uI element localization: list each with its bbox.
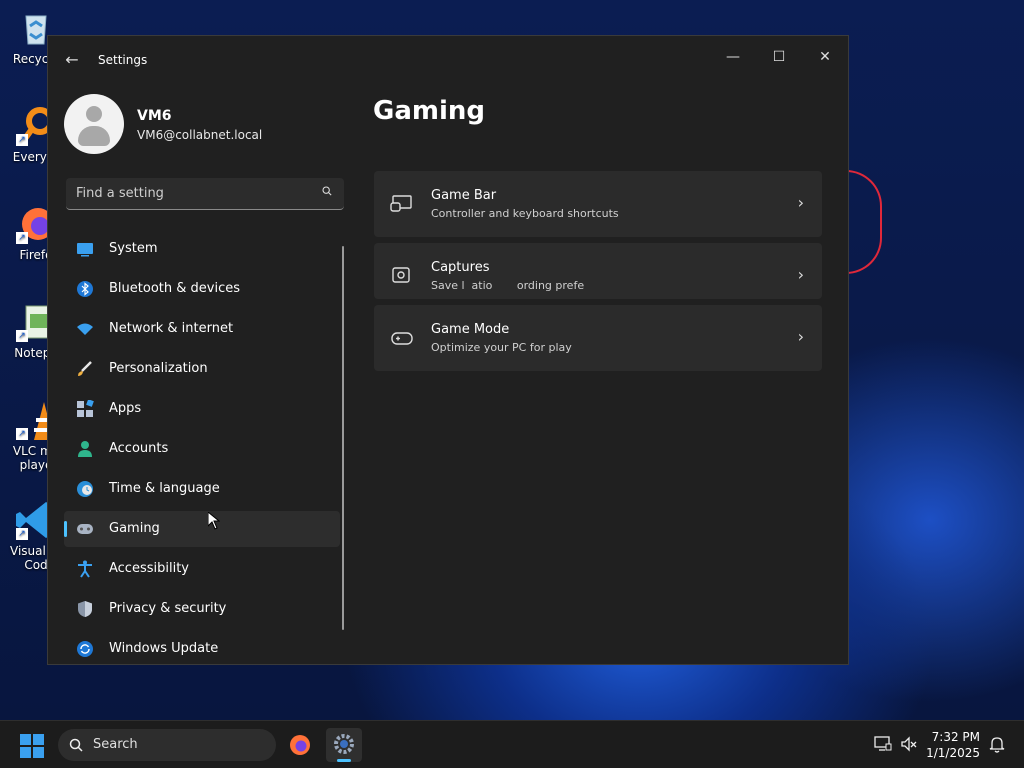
- shield-icon: [78, 601, 92, 617]
- nav-label: Personalization: [109, 361, 208, 376]
- card-game-bar[interactable]: Game Bar Controller and keyboard shortcu…: [374, 171, 822, 237]
- settings-nav: System Bluetooth & devices Network & int…: [64, 231, 340, 671]
- nav-label: Gaming: [109, 521, 160, 536]
- active-indicator: [64, 521, 67, 537]
- card-subtitle: Optimize your PC for play: [431, 341, 572, 354]
- accounts-icon: [78, 441, 92, 457]
- network-icon: [77, 323, 93, 335]
- nav-item-windows-update[interactable]: Windows Update: [64, 631, 340, 667]
- update-icon: [77, 641, 93, 657]
- shortcut-arrow-icon: ↗: [16, 232, 28, 244]
- globe-clock-icon: [77, 481, 93, 497]
- system-icon: [77, 243, 93, 257]
- chevron-right-icon: ›: [797, 265, 804, 284]
- gear-icon: [334, 734, 354, 754]
- window-title: Settings: [98, 53, 148, 67]
- search-icon: [69, 738, 83, 752]
- taskbar-search[interactable]: Search: [58, 729, 276, 761]
- notification-bell-icon[interactable]: [988, 735, 1006, 753]
- minimize-button[interactable]: —: [710, 42, 756, 72]
- nav-label: Bluetooth & devices: [109, 281, 240, 296]
- nav-item-gaming[interactable]: Gaming: [64, 511, 340, 547]
- search-icon: [322, 186, 332, 196]
- nav-label: Privacy & security: [109, 601, 227, 616]
- apps-icon: [77, 400, 94, 417]
- card-subtitle: Save l atio ording prefe: [431, 279, 585, 292]
- nav-item-bluetooth[interactable]: Bluetooth & devices: [64, 271, 340, 307]
- system-clock[interactable]: 7:32 PM 1/1/2025: [926, 729, 980, 761]
- back-button[interactable]: ←: [62, 50, 82, 70]
- taskbar: Search 7:32 PM 1/1/2025: [0, 720, 1024, 768]
- red-annotation-stroke: [846, 170, 882, 274]
- shortcut-arrow-icon: ↗: [16, 528, 28, 540]
- avatar: [64, 94, 124, 154]
- accessibility-icon: [78, 560, 92, 578]
- bluetooth-icon: [77, 281, 93, 297]
- nav-item-personalization[interactable]: Personalization: [64, 351, 340, 387]
- page-title: Gaming: [373, 96, 486, 126]
- nav-label: System: [109, 241, 158, 256]
- mouse-cursor: [207, 510, 221, 530]
- shortcut-arrow-icon: ↗: [16, 134, 28, 146]
- profile-name: VM6: [137, 108, 172, 124]
- nav-label: Network & internet: [109, 321, 234, 336]
- find-setting-input[interactable]: Find a setting: [66, 178, 344, 210]
- profile-email: VM6@collabnet.local: [137, 128, 263, 142]
- nav-label: Time & language: [109, 481, 220, 496]
- settings-window: ← Settings — ☐ ✕ VM6 VM6@collabnet.local…: [47, 35, 849, 665]
- card-captures[interactable]: Captures Save l atio ording prefe ›: [374, 243, 822, 299]
- volume-muted-icon[interactable]: [900, 735, 918, 753]
- clock-date: 1/1/2025: [926, 746, 980, 760]
- nav-item-system[interactable]: System: [64, 231, 340, 267]
- card-title: Game Bar: [431, 188, 497, 203]
- title-bar[interactable]: ← Settings — ☐ ✕: [48, 36, 848, 86]
- game-bar-icon: [390, 195, 412, 212]
- card-game-mode[interactable]: Game Mode Optimize your PC for play ›: [374, 305, 822, 371]
- card-subtitle: Controller and keyboard shortcuts: [431, 207, 619, 220]
- nav-label: Accessibility: [109, 561, 189, 576]
- taskbar-search-label: Search: [93, 737, 138, 752]
- taskbar-settings[interactable]: [326, 728, 362, 762]
- card-title: Captures: [431, 260, 490, 275]
- start-button[interactable]: [20, 734, 44, 758]
- display-icon[interactable]: [874, 735, 892, 753]
- shortcut-arrow-icon: ↗: [16, 428, 28, 440]
- active-app-indicator: [337, 759, 351, 762]
- nav-item-network[interactable]: Network & internet: [64, 311, 340, 347]
- user-profile[interactable]: VM6 VM6@collabnet.local: [64, 94, 364, 154]
- nav-item-apps[interactable]: Apps: [64, 391, 340, 427]
- chevron-right-icon: ›: [797, 193, 804, 212]
- clock-time: 7:32 PM: [931, 730, 980, 744]
- nav-label: Accounts: [109, 441, 169, 456]
- game-mode-icon: [391, 332, 413, 345]
- captures-icon: [392, 267, 410, 283]
- firefox-icon: [290, 735, 310, 755]
- nav-scrollbar[interactable]: [342, 246, 344, 630]
- chevron-right-icon: ›: [797, 327, 804, 346]
- nav-item-accounts[interactable]: Accounts: [64, 431, 340, 467]
- nav-label: Windows Update: [109, 641, 219, 656]
- maximize-button[interactable]: ☐: [756, 42, 802, 72]
- gamepad-icon: [77, 524, 93, 534]
- close-button[interactable]: ✕: [802, 42, 848, 72]
- card-title: Game Mode: [431, 322, 510, 337]
- shortcut-arrow-icon: ↗: [16, 330, 28, 342]
- nav-item-accessibility[interactable]: Accessibility: [64, 551, 340, 587]
- nav-item-time-language[interactable]: Time & language: [64, 471, 340, 507]
- search-placeholder: Find a setting: [76, 186, 164, 201]
- taskbar-firefox[interactable]: [282, 728, 318, 762]
- nav-label: Apps: [109, 401, 142, 416]
- brush-icon: [78, 361, 92, 376]
- nav-item-privacy[interactable]: Privacy & security: [64, 591, 340, 627]
